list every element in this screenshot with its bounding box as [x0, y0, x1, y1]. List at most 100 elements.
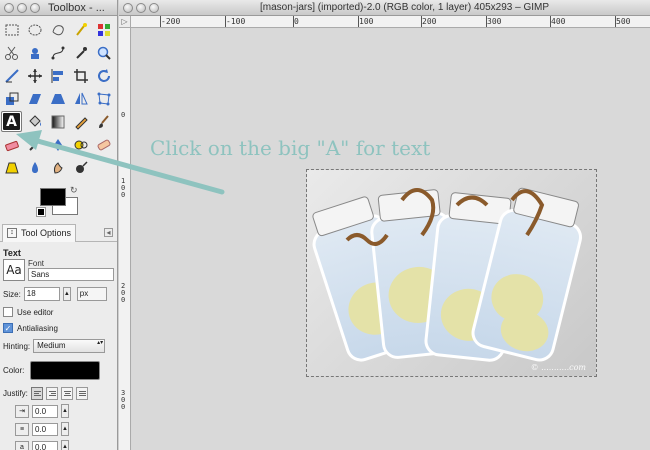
antialiasing-label: Antialiasing [17, 323, 58, 333]
indent-spinner[interactable]: ▲ [61, 404, 69, 418]
move-icon-glyph [27, 68, 42, 83]
vruler-tick-label: 0 [121, 111, 126, 119]
free-select-icon[interactable] [47, 19, 68, 40]
justify-label: Justify: [3, 389, 28, 398]
indent-row: ⇥ 0.0 ▲ [15, 404, 114, 418]
free-select-icon-glyph [52, 24, 64, 35]
default-colors-icon[interactable] [36, 207, 46, 217]
cage-icon[interactable] [93, 88, 114, 109]
paths-icon[interactable] [47, 42, 68, 63]
flip-icon[interactable] [70, 88, 91, 109]
letter-spacing-row: a 0.0 ▲ [15, 440, 114, 450]
heal-icon[interactable] [93, 134, 114, 155]
horizontal-ruler[interactable]: -200 -100 0 100 200 300 400 500 [131, 16, 650, 28]
text-tool-icon[interactable]: A [1, 111, 22, 132]
rect-select-icon[interactable] [1, 19, 22, 40]
justify-left-button[interactable] [30, 387, 43, 400]
line-spacing-spinner[interactable]: ▲ [61, 422, 69, 436]
smudge-icon-glyph [53, 161, 63, 174]
vertical-ruler[interactable]: 0 100 200 300 [119, 28, 131, 450]
bucket-fill-icon[interactable] [24, 111, 45, 132]
font-row: Aa Font Sans [3, 259, 114, 281]
bucket-fill-icon-glyph [28, 114, 41, 127]
airbrush-icon[interactable] [24, 134, 45, 155]
toolbox-titlebar: Toolbox - ... [0, 0, 117, 16]
hinting-select[interactable]: Medium [33, 339, 106, 353]
minimize-window-button[interactable] [17, 2, 27, 13]
zoom-window-button[interactable] [30, 2, 40, 13]
hruler-tick [486, 16, 487, 27]
justify-center-button[interactable] [60, 387, 73, 400]
pencil-icon[interactable] [70, 111, 91, 132]
scale-icon[interactable] [1, 88, 22, 109]
hruler-tick [358, 16, 359, 27]
line-spacing-input[interactable]: 0.0 [32, 422, 58, 436]
color-swatches: ↻ [0, 185, 117, 223]
justify-fill-button[interactable] [75, 387, 88, 400]
swap-colors-icon[interactable]: ↻ [70, 185, 78, 196]
smudge-icon[interactable] [47, 157, 68, 178]
flip-icon-glyph [74, 92, 88, 104]
rotate-icon[interactable] [93, 65, 114, 86]
foreground-select-icon[interactable] [24, 42, 45, 63]
vruler-tick-label: 200 [121, 282, 126, 304]
line-spacing-row: ≡ 0.0 ▲ [15, 422, 114, 436]
color-row: Color: [3, 361, 114, 380]
foreground-color-swatch[interactable] [40, 188, 66, 206]
canvas-area[interactable]: © ...........com [132, 29, 650, 450]
eraser-icon[interactable] [1, 134, 22, 155]
antialiasing-checkbox[interactable]: ✓ [3, 323, 13, 333]
align-icon[interactable] [47, 65, 68, 86]
perspective-icon[interactable] [47, 88, 68, 109]
font-input[interactable]: Sans [28, 268, 114, 281]
fuzzy-select-icon[interactable] [70, 19, 91, 40]
rect-select-icon-glyph [5, 24, 18, 35]
justify-right-button[interactable] [45, 387, 58, 400]
tool-options-icon: ↕ [7, 228, 17, 238]
crop-icon[interactable] [70, 65, 91, 86]
clone-icon[interactable] [70, 134, 91, 155]
measure-icon[interactable] [1, 65, 22, 86]
use-editor-checkbox[interactable] [3, 307, 13, 317]
pencil-icon-glyph [74, 116, 88, 130]
close-window-button[interactable] [4, 2, 14, 13]
letter-spacing-icon: a [15, 440, 29, 450]
scissors-icon[interactable] [1, 42, 22, 63]
hruler-tick [160, 16, 161, 27]
select-by-color-icon[interactable] [93, 19, 114, 40]
image-canvas[interactable]: © ...........com [306, 169, 597, 377]
quick-mask-toggle[interactable]: ▷ [119, 16, 131, 28]
image-titlebar: [mason-jars] (imported)-2.0 (RGB color, … [119, 0, 650, 16]
screen: Toolbox - ... A ↻ ↕ Tool Options ◂ Text … [0, 0, 650, 450]
size-input[interactable]: 18 [23, 287, 60, 301]
size-unit-select[interactable]: px [76, 287, 107, 301]
dodge-burn-icon[interactable] [70, 157, 91, 178]
tab-tool-options[interactable]: ↕ Tool Options [2, 223, 77, 242]
shear-icon[interactable] [24, 88, 45, 109]
foreground-select-icon-glyph [30, 47, 39, 59]
select-by-color-icon-glyph [97, 23, 110, 36]
vruler-tick-label: 100 [121, 177, 126, 199]
shear-icon-glyph [28, 93, 41, 104]
tab-label: Tool Options [21, 228, 72, 238]
letter-spacing-input[interactable]: 0.0 [32, 440, 58, 450]
blur-icon[interactable] [24, 157, 45, 178]
color-picker-icon[interactable] [70, 42, 91, 63]
text-tool-glyph: A [3, 113, 20, 130]
paintbrush-icon[interactable] [93, 111, 114, 132]
zoom-icon[interactable] [93, 42, 114, 63]
ellipse-select-icon[interactable] [24, 19, 45, 40]
dock-tab-bar: ↕ Tool Options ◂ [0, 223, 117, 242]
blend-icon[interactable] [47, 111, 68, 132]
font-preview-button[interactable]: Aa [3, 259, 25, 281]
blur-icon-glyph [31, 161, 38, 173]
letter-spacing-spinner[interactable]: ▲ [61, 440, 69, 450]
hruler-tick-label: -100 [226, 17, 246, 26]
text-color-button[interactable] [30, 361, 101, 380]
ink-icon[interactable] [47, 134, 68, 155]
tab-menu-icon[interactable]: ◂ [104, 228, 113, 237]
size-spinner[interactable]: ▲ [62, 287, 71, 301]
perspective-clone-icon[interactable] [1, 157, 22, 178]
indent-input[interactable]: 0.0 [32, 404, 58, 418]
move-icon[interactable] [24, 65, 45, 86]
